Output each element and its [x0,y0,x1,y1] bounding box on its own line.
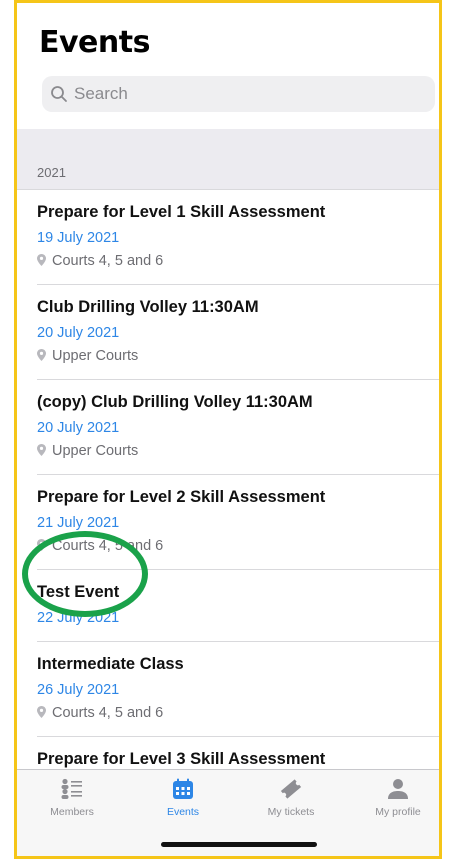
event-location: Upper Courts [37,443,138,459]
tab-bar: Members Events My tickets My profile [17,769,439,856]
events-list: Prepare for Level 1 Skill Assessment 19 … [17,190,439,832]
location-pin-icon [37,706,46,718]
event-location: Upper Courts [37,348,138,364]
header: Events Search [17,3,439,129]
event-location-text: Courts 4, 5 and 6 [52,705,164,721]
event-location-text: Upper Courts [52,443,139,459]
event-row[interactable]: Club Drilling Volley 11:30AM 20 July 202… [17,285,439,380]
section-header: 2021 [17,129,439,190]
event-name: Club Drilling Volley 11:30AM [37,298,259,316]
tab-label: Members [50,806,94,818]
home-indicator[interactable] [161,842,317,847]
section-year-label: 2021 [37,165,66,180]
location-pin-icon [37,444,46,456]
event-name: Prepare for Level 1 Skill Assessment [37,203,326,221]
tab-label: Events [166,806,200,818]
page-title: Events [39,25,150,60]
calendar-icon [173,778,193,799]
tab-label: My profile [375,806,421,818]
event-name: (copy) Club Drilling Volley 11:30AM [37,393,313,411]
event-row[interactable]: (copy) Club Drilling Volley 11:30AM 20 J… [17,380,439,475]
members-icon [61,778,82,799]
event-name: Prepare for Level 3 Skill Assessment [37,750,326,768]
tab-members[interactable]: Members [27,778,117,818]
location-pin-icon [37,349,46,361]
event-date: 19 July 2021 [37,230,120,246]
event-row[interactable]: Prepare for Level 1 Skill Assessment 19 … [17,190,439,285]
tab-my-tickets[interactable]: My tickets [246,778,336,818]
profile-icon [388,779,408,799]
event-row[interactable]: Intermediate Class 26 July 2021 Courts 4… [17,642,439,737]
event-date: 21 July 2021 [37,515,120,531]
tab-label: My tickets [267,806,315,818]
event-name: Intermediate Class [37,655,184,673]
event-date: 20 July 2021 [37,325,120,341]
search-placeholder: Search [74,84,128,103]
event-date: 20 July 2021 [37,420,120,436]
app-frame: Events Search 2021 Prepare for Level 1 S… [14,0,442,859]
ticket-icon [280,779,302,799]
search-icon [51,86,67,102]
event-date: 26 July 2021 [37,682,120,698]
event-location-text: Upper Courts [52,348,139,364]
tab-events[interactable]: Events [138,778,228,818]
tab-my-profile[interactable]: My profile [353,778,439,818]
event-name: Prepare for Level 2 Skill Assessment [37,488,326,506]
event-location: Courts 4, 5 and 6 [37,253,163,269]
search-input[interactable]: Search [42,76,435,112]
event-location-text: Courts 4, 5 and 6 [52,253,164,269]
highlight-circle-annotation [22,531,148,617]
event-location: Courts 4, 5 and 6 [37,705,163,721]
location-pin-icon [37,254,46,266]
